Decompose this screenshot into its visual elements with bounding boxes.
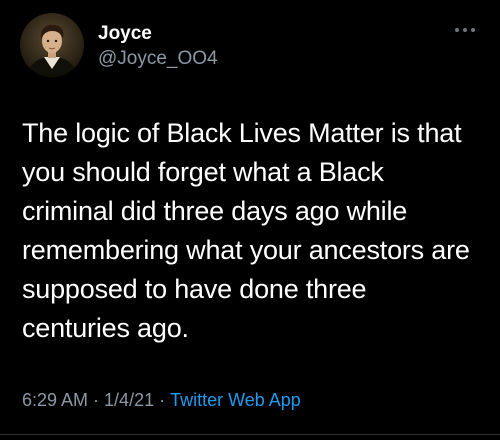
divider <box>0 434 500 435</box>
display-name[interactable]: Joyce <box>98 23 218 45</box>
tweet-source-link[interactable]: Twitter Web App <box>170 390 301 410</box>
avatar[interactable] <box>20 13 84 77</box>
tweet-time[interactable]: 6:29 AM <box>22 390 88 410</box>
tweet-metadata: 6:29 AM · 1/4/21 · Twitter Web App <box>22 388 301 412</box>
tweet-date[interactable]: 1/4/21 <box>104 390 154 410</box>
separator-dot: · <box>159 390 166 410</box>
tweet-card: Joyce @Joyce_OO4 The logic of Black Live… <box>0 0 500 440</box>
avatar-portrait-image <box>20 13 84 77</box>
more-horizontal-icon[interactable] <box>453 24 477 36</box>
separator-dot: · <box>93 390 100 410</box>
tweet-author: Joyce @Joyce_OO4 <box>98 23 218 70</box>
user-handle[interactable]: @Joyce_OO4 <box>98 48 218 70</box>
tweet-text: The logic of Black Lives Matter is that … <box>22 118 470 343</box>
